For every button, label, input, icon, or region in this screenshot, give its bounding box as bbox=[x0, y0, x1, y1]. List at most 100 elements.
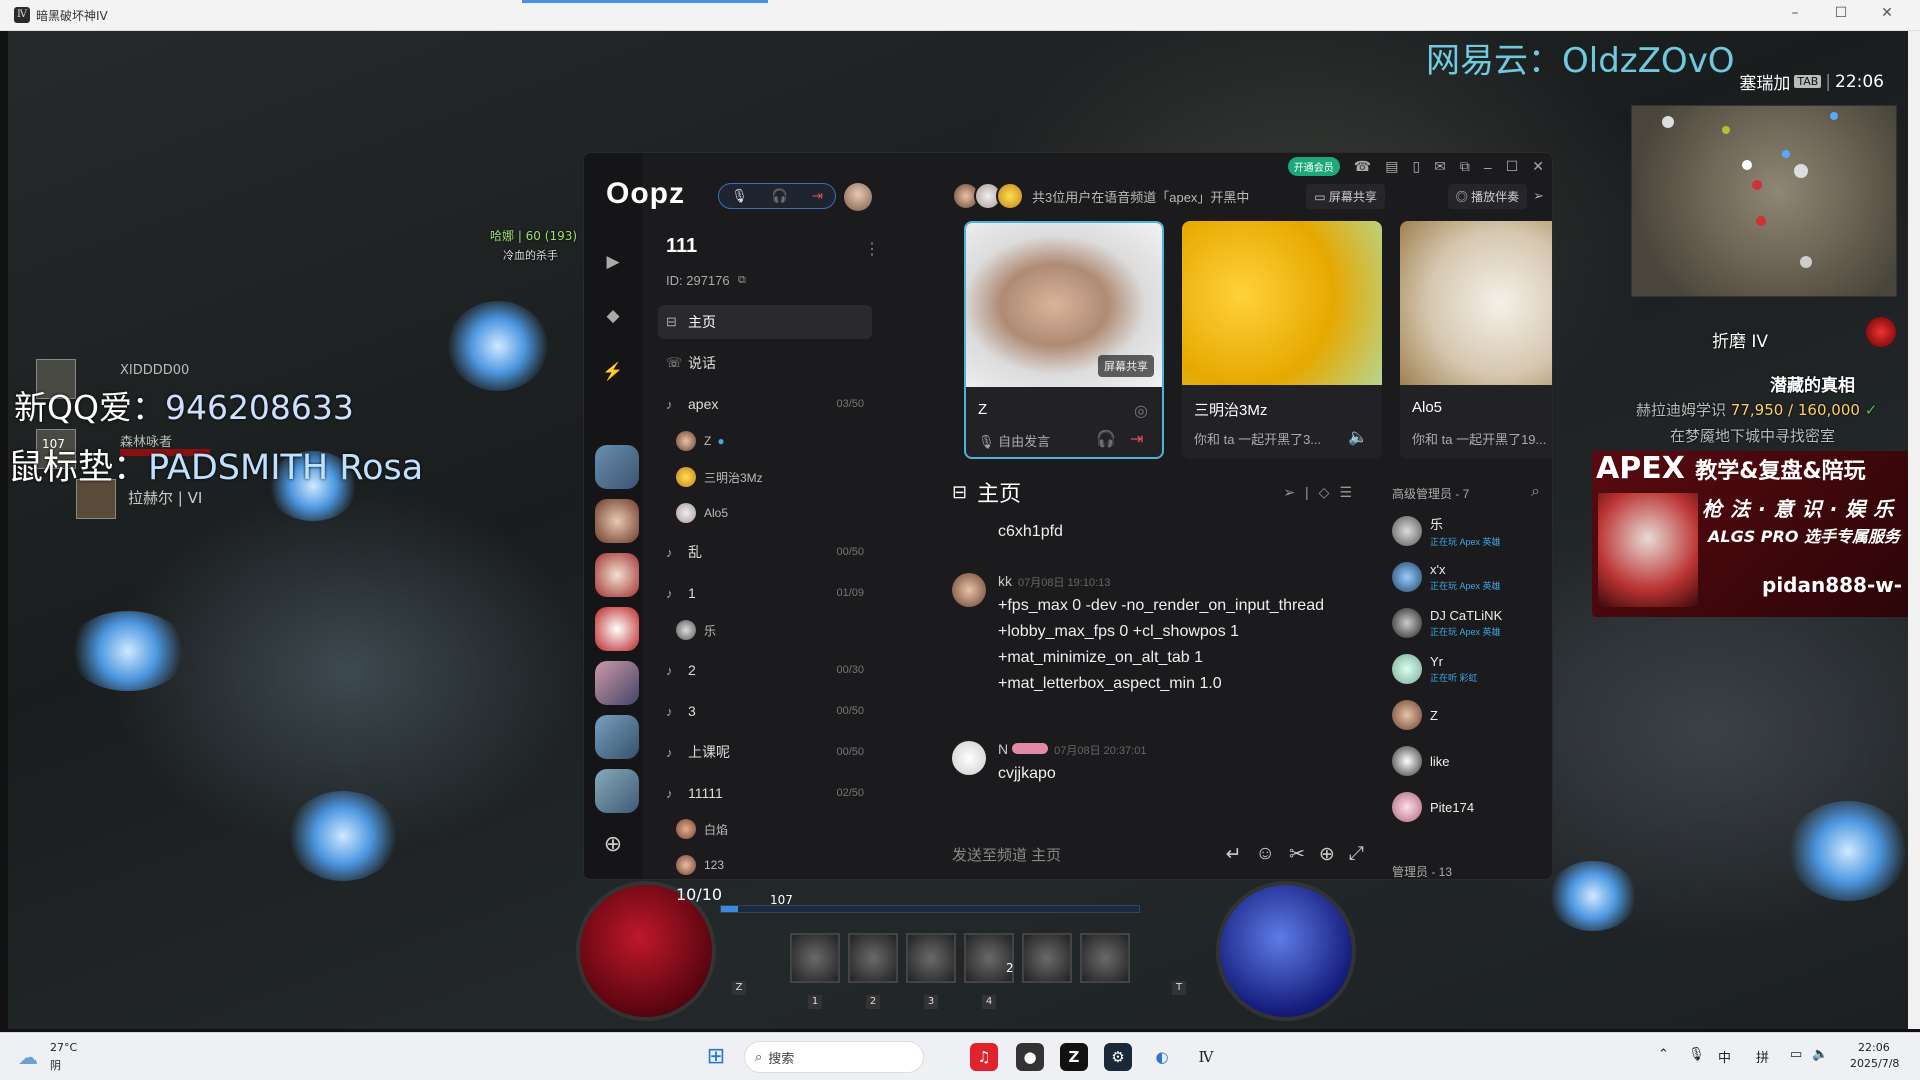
server-icon[interactable] bbox=[595, 445, 639, 489]
server-icon[interactable] bbox=[595, 499, 639, 543]
message-input[interactable]: 发送至频道 主页 ↵ ☺ ✂ ⊕ ⤢ bbox=[952, 837, 1364, 871]
enter-icon[interactable]: ↵ bbox=[1226, 843, 1242, 866]
message-line: +mat_minimize_on_alt_tab 1 bbox=[998, 649, 1204, 666]
server-icon[interactable] bbox=[595, 553, 639, 597]
play-music-button[interactable]: ◎ 播放伴奏 bbox=[1447, 183, 1528, 209]
avatar bbox=[676, 620, 696, 640]
channel-11111[interactable]: ♪ 11111 02/50 bbox=[658, 776, 872, 810]
call-icon[interactable]: ☎ bbox=[1354, 158, 1371, 175]
vip-button[interactable]: 开通会员 bbox=[1287, 157, 1340, 176]
skill-slot-5[interactable] bbox=[1022, 933, 1072, 983]
channel-member[interactable]: Z ● bbox=[676, 426, 725, 456]
channel-chat[interactable]: ☏ 说话 bbox=[658, 346, 872, 380]
magic-glow bbox=[448, 301, 548, 391]
browser-icon[interactable]: ◐ bbox=[1148, 1043, 1176, 1071]
copy-icon[interactable]: ⧉ bbox=[738, 274, 746, 287]
netease-music-icon[interactable]: ♫ bbox=[970, 1043, 998, 1071]
member-row[interactable]: DJ CaTLiNK 正在玩 Apex 英雄 bbox=[1392, 603, 1502, 643]
weather-icon[interactable]: ☁ bbox=[18, 1045, 38, 1069]
microphone-icon[interactable]: 🎙 bbox=[1688, 1047, 1705, 1062]
channel-member[interactable]: 白焰 bbox=[676, 814, 728, 844]
scissors-icon[interactable]: ✂ bbox=[1289, 843, 1305, 866]
emoji-icon[interactable]: ☺ bbox=[1256, 843, 1275, 866]
taskbar-time[interactable]: 22:06 bbox=[1858, 1041, 1890, 1054]
play-icon[interactable]: ▶ bbox=[598, 247, 628, 277]
diablo-icon[interactable]: Ⅳ bbox=[1192, 1043, 1220, 1071]
oopz-window[interactable]: ▶ ◆ ⚡ ⊕ Oopz 🎙 🎧 ⇥ 111 ⋮ ID: 297176 ⧉ ⊟ 主… bbox=[583, 152, 1553, 880]
channel-member[interactable]: Alo5 bbox=[676, 498, 728, 528]
add-icon[interactable]: ⊕ bbox=[1319, 843, 1335, 866]
skill-slot-2[interactable] bbox=[848, 933, 898, 983]
add-server-icon[interactable]: ⊕ bbox=[598, 829, 628, 859]
window-scrollbar[interactable] bbox=[1908, 31, 1920, 1029]
channel-member[interactable]: 123 bbox=[676, 850, 724, 879]
chat-tools[interactable]: ➢|◇☰ bbox=[1283, 484, 1362, 501]
maximize-icon[interactable]: ☐ bbox=[1506, 158, 1519, 175]
avatar[interactable] bbox=[952, 741, 986, 775]
clipboard-icon[interactable]: ▤ bbox=[1385, 158, 1398, 175]
channel-2[interactable]: ♪ 2 00/30 bbox=[658, 653, 872, 687]
server-icon[interactable] bbox=[595, 607, 639, 651]
skill-slot-4[interactable] bbox=[964, 933, 1014, 983]
voice-card[interactable]: Alo5 你和 ta 一起开黑了19... 🔈 bbox=[1400, 221, 1552, 459]
maximize-button[interactable]: ☐ bbox=[1826, 5, 1856, 25]
network-icon[interactable]: ▭ bbox=[1790, 1047, 1802, 1062]
oopz-app-icon[interactable]: Z bbox=[1060, 1043, 1088, 1071]
avatar[interactable] bbox=[952, 573, 986, 607]
channel-member[interactable]: 乐 bbox=[676, 615, 716, 645]
member-row[interactable]: Z bbox=[1392, 695, 1438, 735]
channel-3[interactable]: ♪ 3 00/50 bbox=[658, 694, 872, 728]
channel-member[interactable]: 三明治3Mz bbox=[676, 462, 763, 492]
minimize-button[interactable]: – bbox=[1780, 5, 1810, 25]
file-icon[interactable]: ▯ bbox=[1412, 158, 1420, 175]
ime-pinyin[interactable]: 拼 bbox=[1756, 1047, 1769, 1066]
tray-chevron-icon[interactable]: ⌃ bbox=[1658, 1047, 1669, 1062]
settings-icon[interactable]: ◎ bbox=[1134, 401, 1148, 421]
channel-1[interactable]: ♪ 1 01/09 bbox=[658, 576, 872, 610]
minimize-icon[interactable]: – bbox=[1484, 159, 1492, 175]
app-icon[interactable]: ● bbox=[1016, 1043, 1044, 1071]
channel-home[interactable]: ⊟ 主页 bbox=[658, 305, 872, 339]
member-row[interactable]: 乐正在玩 Apex 英雄 bbox=[1392, 511, 1501, 551]
minimap[interactable] bbox=[1631, 105, 1897, 297]
popout-icon[interactable]: ⧉ bbox=[1460, 158, 1470, 175]
close-button[interactable]: ✕ bbox=[1872, 5, 1902, 25]
steam-icon[interactable]: ⚙ bbox=[1104, 1043, 1132, 1071]
expand-icon[interactable]: ⤢ bbox=[1349, 843, 1364, 866]
more-icon[interactable]: ⋮ bbox=[864, 239, 880, 259]
quest-title[interactable]: 潜藏的真相 bbox=[1770, 371, 1855, 396]
skill-slot-6[interactable] bbox=[1080, 933, 1130, 983]
headphones-icon[interactable]: 🎧 bbox=[1096, 429, 1116, 449]
leave-icon[interactable]: ⇥ bbox=[1130, 429, 1143, 449]
member-row[interactable]: like bbox=[1392, 741, 1450, 781]
member-row[interactable]: x'x 正在玩 Apex 英雄 bbox=[1392, 557, 1501, 597]
volume-icon[interactable]: 🔈 bbox=[1812, 1047, 1828, 1062]
channel-shangke[interactable]: ♪ 上课呢 00/50 bbox=[658, 735, 872, 769]
voice-cards: 屏幕共享 Z ◎ 🎙 自由发言 🎧 ⇥ 三明治3Mz 你和 ta 一起开黑了3.… bbox=[964, 221, 1552, 461]
mail-icon[interactable]: ✉ bbox=[1434, 158, 1446, 175]
close-icon[interactable]: ✕ bbox=[1532, 158, 1544, 175]
member-row[interactable]: Pite174 bbox=[1392, 787, 1474, 827]
server-icon[interactable] bbox=[595, 769, 639, 813]
taskbar-date[interactable]: 2025/7/8 bbox=[1850, 1057, 1899, 1070]
party-player-name: 拉赫尔 | VI bbox=[128, 489, 203, 507]
channel-apex[interactable]: ♪ apex 03/50 bbox=[658, 387, 872, 421]
server-icon[interactable] bbox=[595, 715, 639, 759]
avatar bbox=[1392, 700, 1422, 730]
skill-slot-3[interactable] bbox=[906, 933, 956, 983]
gem-icon[interactable]: ◆ bbox=[598, 301, 628, 331]
search-icon[interactable]: ⌕ bbox=[1531, 483, 1540, 501]
skill-slot-1[interactable] bbox=[790, 933, 840, 983]
screen-share-button[interactable]: ▭ 屏幕共享 bbox=[1306, 183, 1385, 209]
ime-mode[interactable]: 中 bbox=[1718, 1047, 1731, 1066]
member-row[interactable]: Yr 正在听 彩虹 bbox=[1392, 649, 1478, 689]
voice-card[interactable]: 屏幕共享 Z ◎ 🎙 自由发言 🎧 ⇥ bbox=[964, 221, 1164, 459]
volume-icon[interactable]: 🔈 bbox=[1348, 427, 1368, 447]
channel-luan[interactable]: ♪ 乱 00/50 bbox=[658, 535, 872, 569]
windows-start-icon[interactable]: ⊞ bbox=[702, 1043, 730, 1071]
send-icon[interactable]: ➢ bbox=[1533, 188, 1544, 204]
search-box[interactable]: ⌕ 搜索 bbox=[744, 1041, 924, 1073]
voice-card[interactable]: 三明治3Mz 你和 ta 一起开黑了3... 🔈 bbox=[1182, 221, 1382, 459]
server-icon[interactable] bbox=[595, 661, 639, 705]
lightning-icon[interactable]: ⚡ bbox=[598, 357, 628, 387]
